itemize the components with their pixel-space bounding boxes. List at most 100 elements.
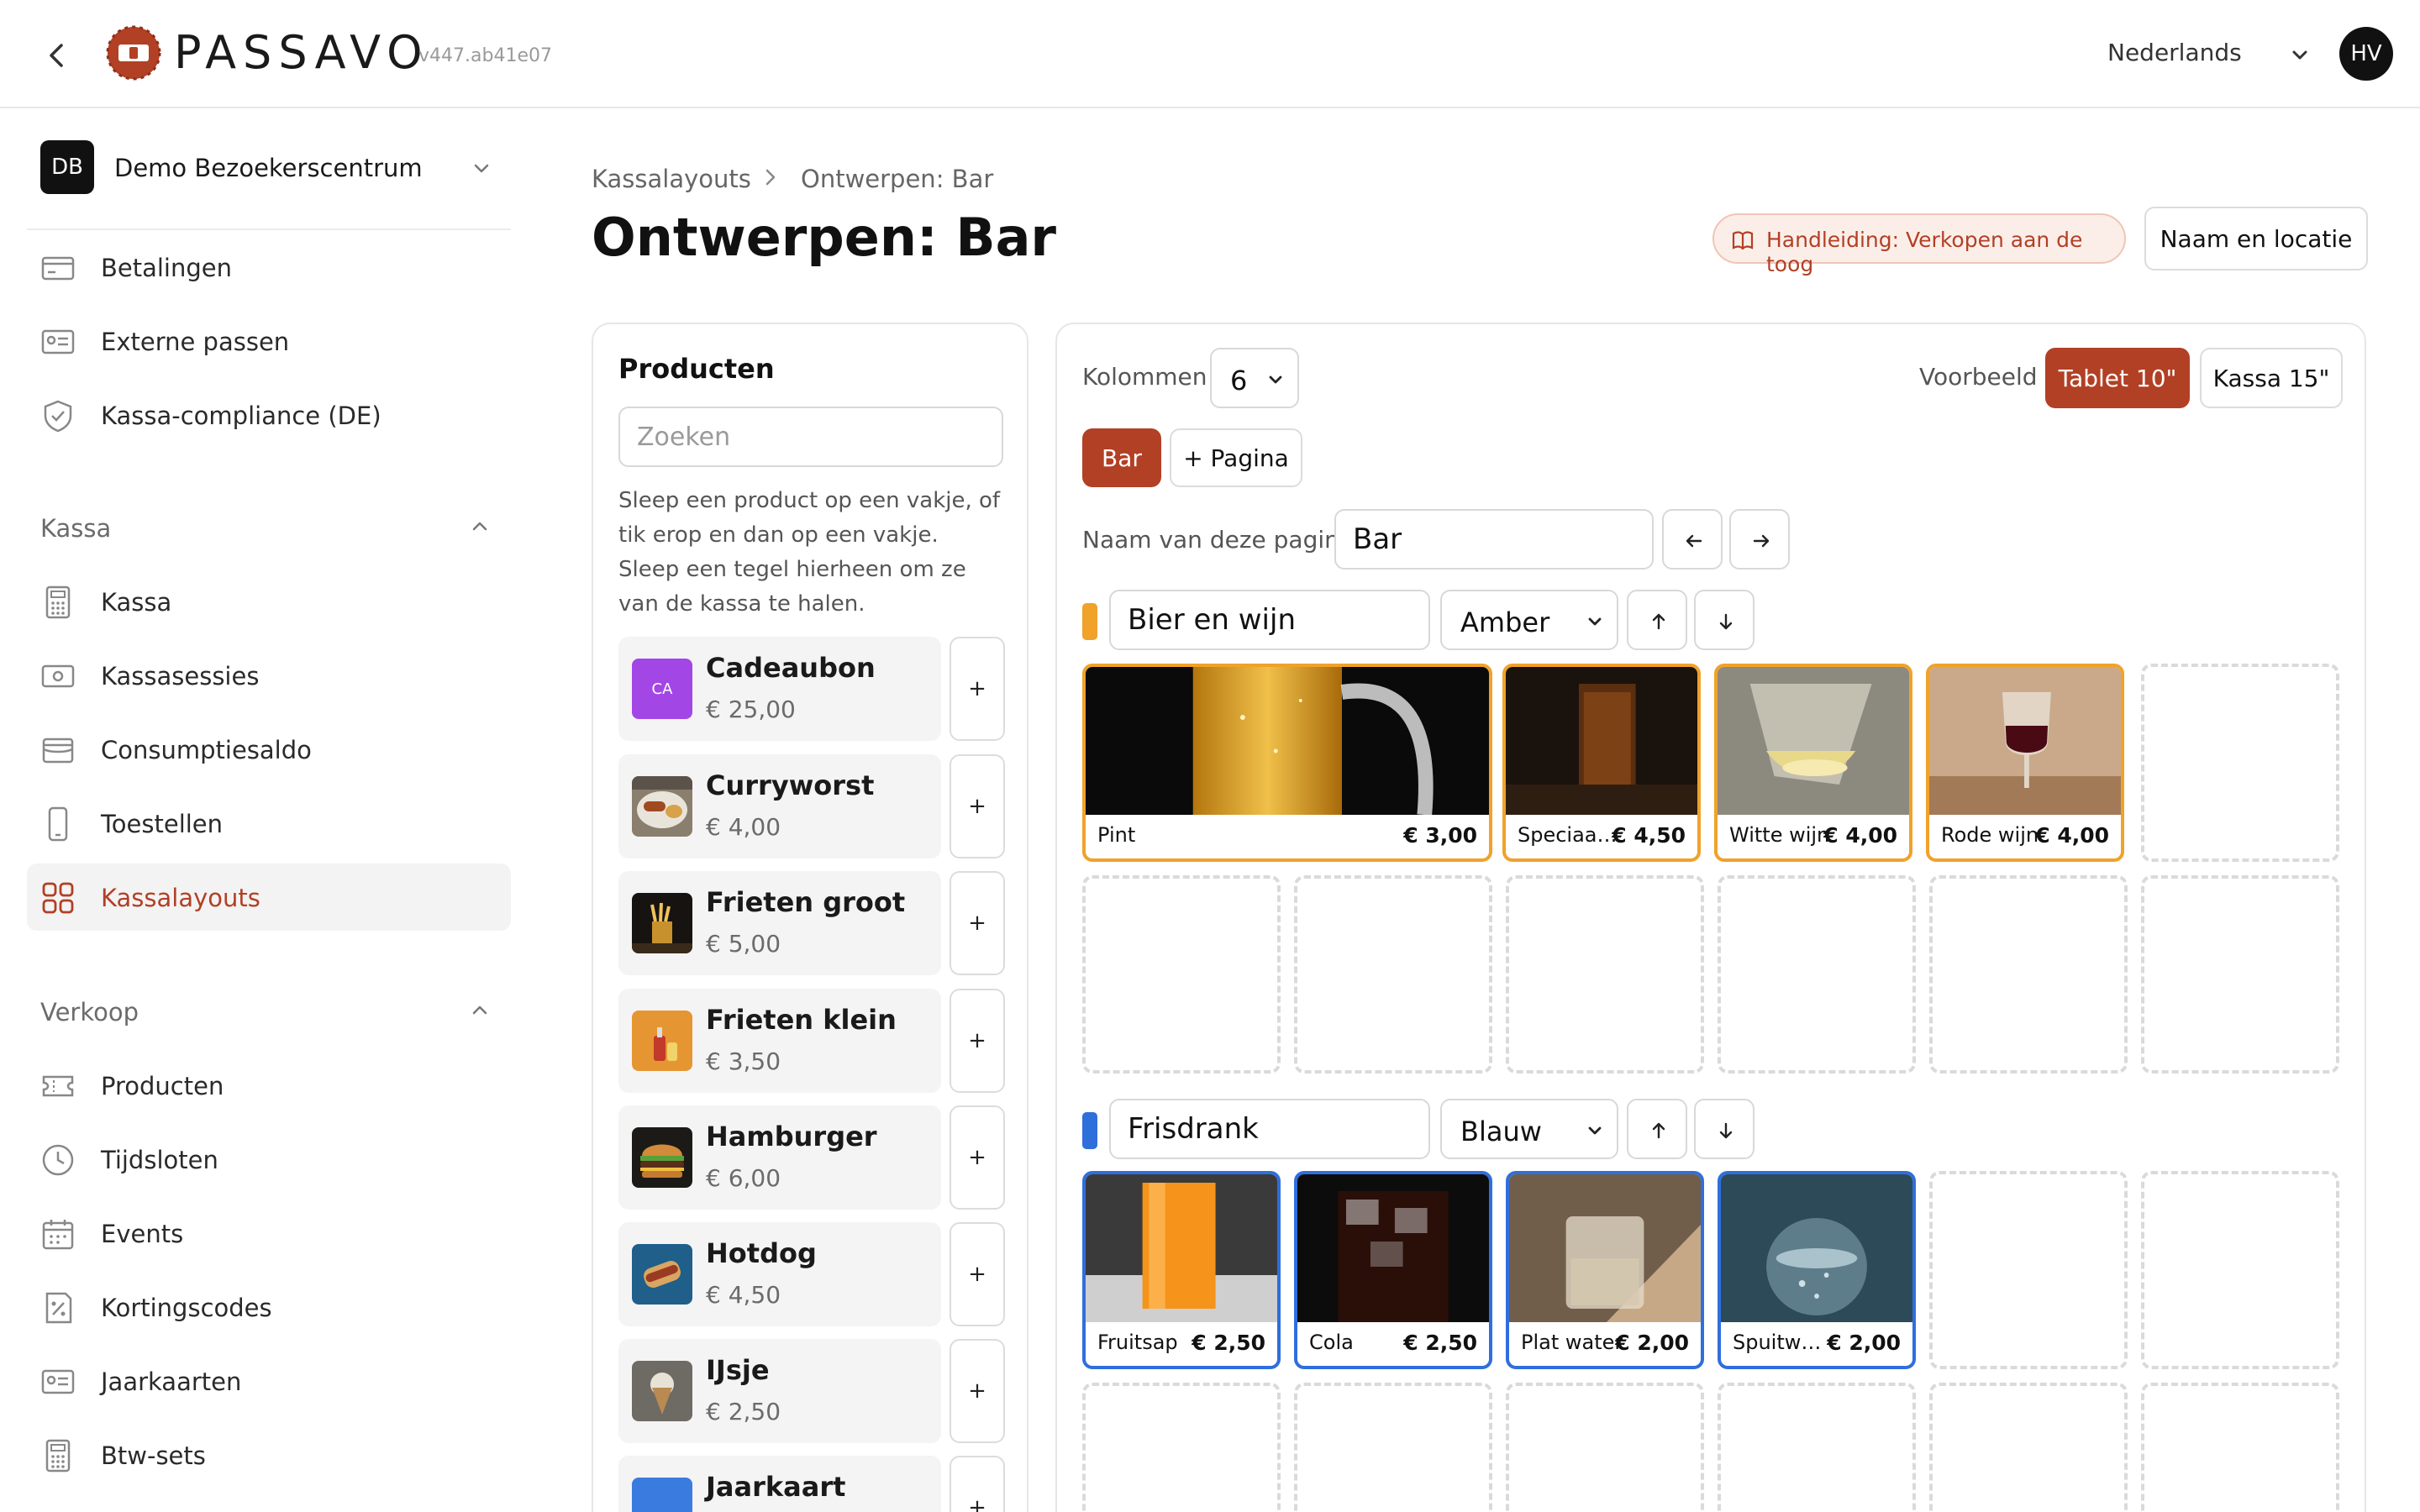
version-label: v447.ab41e07 (418, 45, 552, 66)
user-avatar[interactable]: HV (2339, 27, 2393, 81)
move-group-up-button[interactable] (1627, 590, 1687, 650)
sidebar-item-kassa[interactable]: Kassa (27, 568, 511, 635)
tile-rode-wijn[interactable]: Rode wijn € 4,00 (1926, 664, 2124, 862)
back-arrow-icon[interactable] (40, 39, 74, 72)
chevron-down-icon (1585, 612, 1605, 632)
tile-price: € 2,00 (1827, 1331, 1901, 1355)
move-page-left-button[interactable] (1662, 509, 1723, 570)
add-page-button[interactable]: + Pagina (1170, 428, 1302, 487)
empty-slot[interactable] (1082, 875, 1281, 1074)
sidebar-item-betalingen[interactable]: Betalingen (27, 234, 511, 301)
chevron-up-icon[interactable] (467, 514, 492, 539)
product-card-ijsje[interactable]: IJsje € 2,50 (618, 1339, 941, 1443)
add-product-button[interactable]: + (950, 637, 1005, 741)
tile-cola[interactable]: Cola € 2,50 (1294, 1171, 1492, 1369)
product-card-frieten-groot[interactable]: Frieten groot € 5,00 (618, 871, 941, 975)
product-price: € 25,00 (706, 696, 796, 723)
move-group-up-button[interactable] (1627, 1099, 1687, 1159)
tile-price: € 4,50 (1612, 823, 1686, 848)
move-group-down-button[interactable] (1694, 1099, 1754, 1159)
product-card-cadeaubon[interactable]: CA Cadeaubon € 25,00 (618, 637, 941, 741)
sidebar-item-btw-sets[interactable]: Btw-sets (27, 1421, 511, 1488)
add-product-button[interactable]: + (950, 871, 1005, 975)
shield-check-icon (40, 398, 76, 433)
sidebar-item-toestellen[interactable]: Toestellen (27, 790, 511, 857)
empty-slot[interactable] (1294, 875, 1492, 1074)
chevron-down-icon[interactable] (2287, 42, 2312, 67)
add-product-button[interactable]: + (950, 1339, 1005, 1443)
tile-name: Speciaa… (1518, 823, 1618, 847)
sidebar-item-consumptiesaldo[interactable]: Consumptiesaldo (27, 716, 511, 783)
add-product-button[interactable]: + (950, 754, 1005, 858)
chevron-up-icon[interactable] (467, 998, 492, 1023)
tile-name: Witte wijn (1729, 823, 1830, 847)
sidebar-item-label: Kortingscodes (101, 1294, 272, 1322)
product-card-frieten-klein[interactable]: Frieten klein € 3,50 (618, 989, 941, 1093)
product-card-jaarkaart[interactable]: JA Jaarkaart (618, 1456, 941, 1512)
tile-witte-wijn[interactable]: Witte wijn € 4,00 (1714, 664, 1912, 862)
sidebar-item-jaarkaarten[interactable]: Jaarkaarten (27, 1347, 511, 1415)
chevron-right-icon (760, 166, 781, 188)
empty-slot[interactable] (1082, 1383, 1281, 1512)
name-location-button[interactable]: Naam en locatie (2144, 207, 2368, 270)
sidebar-item-kassalayouts[interactable]: Kassalayouts (27, 864, 511, 931)
sidebar-item-kassasessies[interactable]: Kassasessies (27, 642, 511, 709)
tile-fruitsap[interactable]: Fruitsap € 2,50 (1082, 1171, 1281, 1369)
group-color-select[interactable]: Amber (1440, 590, 1618, 650)
tile-spuitwater[interactable]: Spuitwa… € 2,00 (1718, 1171, 1916, 1369)
org-badge: DB (40, 140, 94, 194)
language-selector[interactable]: Nederlands (2107, 39, 2242, 66)
tile-plat-water[interactable]: Plat water € 2,00 (1506, 1171, 1704, 1369)
sidebar-item-kassa-compliance[interactable]: Kassa-compliance (DE) (27, 381, 511, 449)
page-name-input[interactable] (1334, 509, 1654, 570)
product-image (632, 893, 692, 953)
sidebar-item-label: Kassalayouts (101, 884, 260, 912)
empty-slot[interactable] (1929, 1171, 2128, 1369)
empty-slot[interactable] (2141, 1383, 2339, 1512)
product-image (632, 1011, 692, 1071)
sidebar-item-externe-passen[interactable]: Externe passen (27, 307, 511, 375)
columns-select[interactable]: 6 (1210, 348, 1299, 408)
move-group-down-button[interactable] (1694, 590, 1754, 650)
add-product-button[interactable]: + (950, 989, 1005, 1093)
empty-slot[interactable] (1929, 1383, 2128, 1512)
product-price: € 4,50 (706, 1281, 781, 1309)
add-product-button[interactable]: + (950, 1222, 1005, 1326)
sidebar: DB Demo Bezoekerscentrum Betalingen Exte… (0, 109, 538, 1512)
empty-slot[interactable] (1929, 875, 2128, 1074)
empty-slot[interactable] (1718, 1383, 1916, 1512)
move-page-right-button[interactable] (1729, 509, 1790, 570)
preview-tablet-button[interactable]: Tablet 10" (2045, 348, 2190, 408)
product-name: Frieten klein (706, 1004, 897, 1036)
product-card-curryworst[interactable]: Curryworst € 4,00 (618, 754, 941, 858)
tile-pint[interactable]: Pint € 3,00 (1082, 664, 1492, 862)
product-card-hotdog[interactable]: Hotdog € 4,50 (618, 1222, 941, 1326)
add-product-button[interactable]: + (950, 1456, 1005, 1512)
product-price: € 3,50 (706, 1047, 781, 1075)
empty-slot[interactable] (1294, 1383, 1492, 1512)
sidebar-item-kortingscodes[interactable]: Kortingscodes (27, 1273, 511, 1341)
search-input[interactable] (618, 407, 1003, 467)
product-price: € 2,50 (706, 1398, 781, 1425)
breadcrumb-kassalayouts[interactable]: Kassalayouts (592, 165, 751, 193)
guide-button[interactable]: Handleiding: Verkopen aan de toog (1712, 213, 2126, 276)
sidebar-item-producten[interactable]: Producten (27, 1052, 511, 1119)
page-tab-bar[interactable]: Bar (1082, 428, 1161, 487)
group-color-select[interactable]: Blauw (1440, 1099, 1618, 1159)
add-product-button[interactable]: + (950, 1105, 1005, 1210)
empty-slot[interactable] (1506, 1383, 1704, 1512)
group-name-input[interactable] (1109, 1099, 1430, 1159)
product-card-hamburger[interactable]: Hamburger € 6,00 (618, 1105, 941, 1210)
empty-slot[interactable] (2141, 1171, 2339, 1369)
group-name-input[interactable] (1109, 590, 1430, 650)
sidebar-item-tijdsloten[interactable]: Tijdsloten (27, 1126, 511, 1193)
organization-switcher[interactable]: DB Demo Bezoekerscentrum (40, 140, 513, 196)
empty-slot[interactable] (1506, 875, 1704, 1074)
empty-slot[interactable] (2141, 875, 2339, 1074)
empty-slot[interactable] (1718, 875, 1916, 1074)
tile-speciaalbier[interactable]: Speciaa… € 4,50 (1502, 664, 1701, 862)
preview-kassa-button[interactable]: Kassa 15" (2200, 348, 2343, 408)
calculator-icon (40, 585, 76, 620)
sidebar-item-events[interactable]: Events (27, 1200, 511, 1267)
empty-slot[interactable] (2141, 664, 2339, 862)
